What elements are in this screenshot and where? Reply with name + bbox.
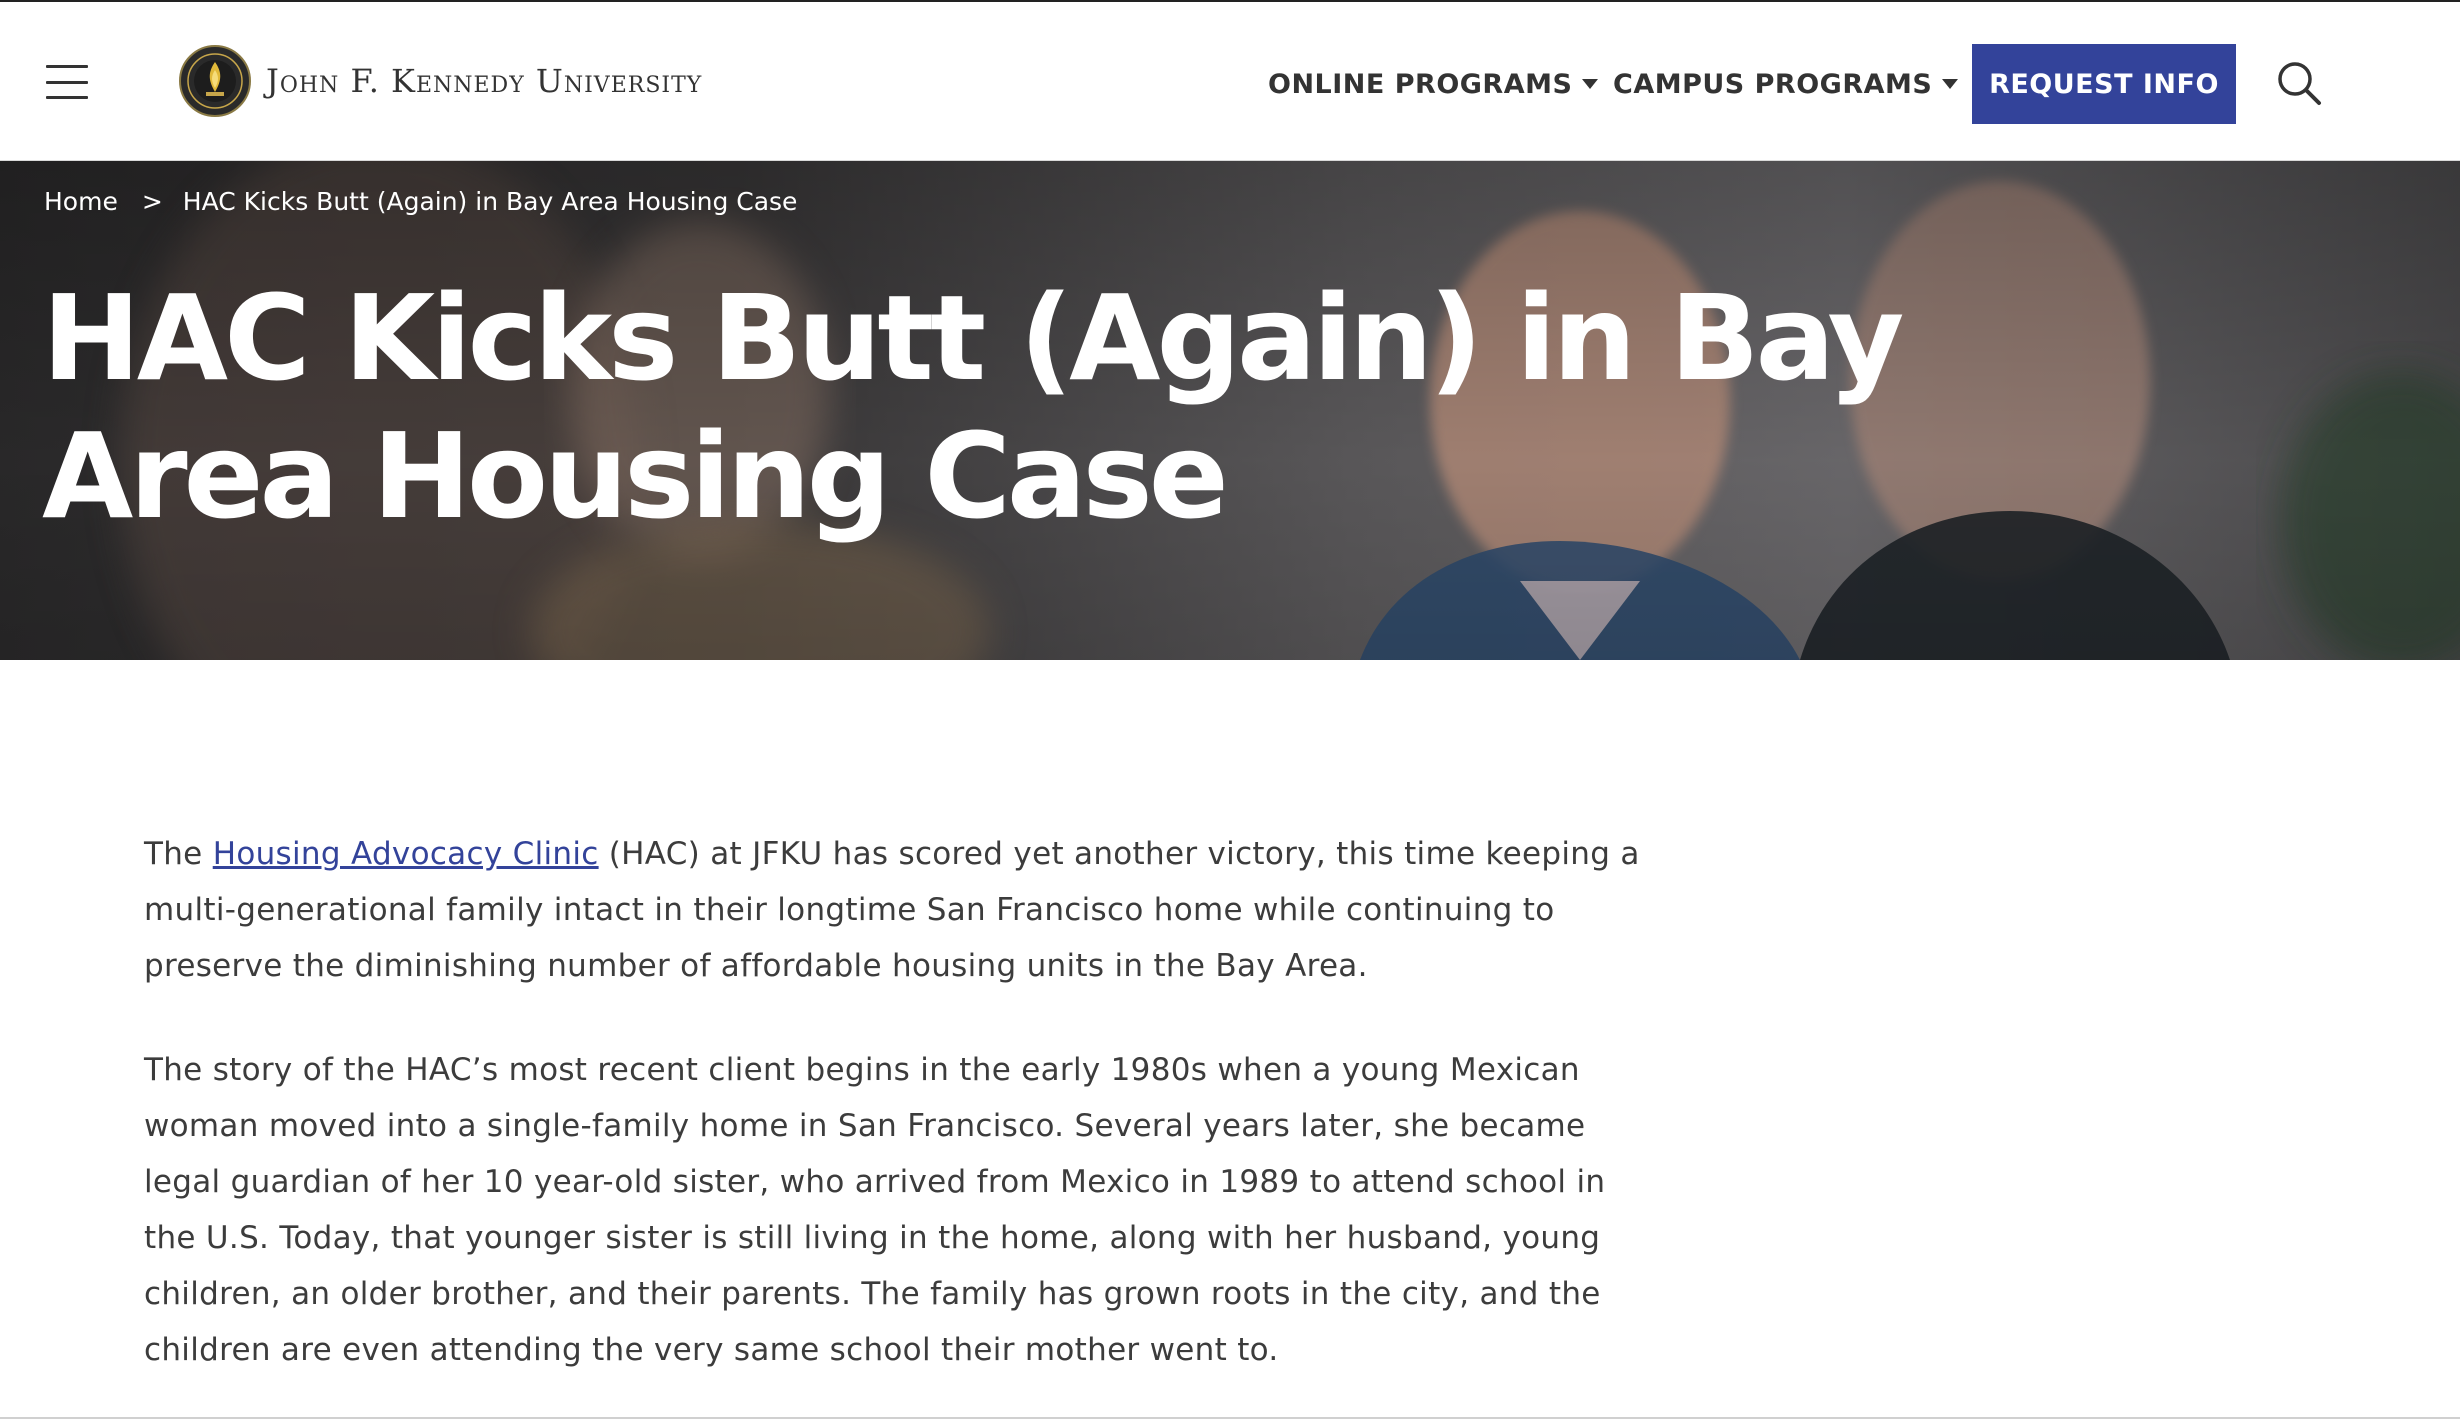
breadcrumb: Home > HAC Kicks Butt (Again) in Bay Are…: [44, 187, 797, 216]
chevron-down-icon: [1582, 79, 1599, 89]
university-logo[interactable]: John F. Kennedy University: [178, 44, 702, 118]
hamburger-menu-icon[interactable]: [46, 65, 88, 99]
nav-campus-programs[interactable]: CAMPUS PROGRAMS: [1613, 64, 1959, 104]
page: John F. Kennedy University ONLINE PROGRA…: [0, 0, 2460, 1420]
housing-advocacy-clinic-link[interactable]: Housing Advocacy Clinic: [213, 836, 599, 872]
nav-campus-programs-label: CAMPUS PROGRAMS: [1613, 68, 1933, 100]
breadcrumb-home-link[interactable]: Home: [44, 187, 118, 216]
article-body: The Housing Advocacy Clinic (HAC) at JFK…: [144, 826, 1644, 1378]
request-info-button[interactable]: REQUEST INFO: [1972, 44, 2236, 124]
breadcrumb-current: HAC Kicks Butt (Again) in Bay Area Housi…: [182, 187, 798, 216]
nav-online-programs[interactable]: ONLINE PROGRAMS: [1268, 64, 1599, 104]
hero-banner: Home > HAC Kicks Butt (Again) in Bay Are…: [0, 161, 2460, 660]
page-title: HAC Kicks Butt (Again) in Bay Area Housi…: [42, 269, 1904, 545]
article-paragraph-1: The Housing Advocacy Clinic (HAC) at JFK…: [144, 826, 1644, 994]
logo-text: John F. Kennedy University: [266, 62, 703, 100]
search-icon[interactable]: [2276, 60, 2322, 106]
university-seal: [179, 45, 251, 117]
chevron-down-icon: [1942, 79, 1959, 89]
article-paragraph-2: The story of the HAC’s most recent clien…: [144, 1052, 1606, 1368]
site-header: John F. Kennedy University ONLINE PROGRA…: [0, 2, 2460, 161]
breadcrumb-separator: >: [141, 187, 163, 216]
bottom-divider: [0, 1417, 2460, 1419]
paragraph-1-before-link: The: [144, 836, 213, 872]
nav-online-programs-label: ONLINE PROGRAMS: [1268, 68, 1573, 100]
